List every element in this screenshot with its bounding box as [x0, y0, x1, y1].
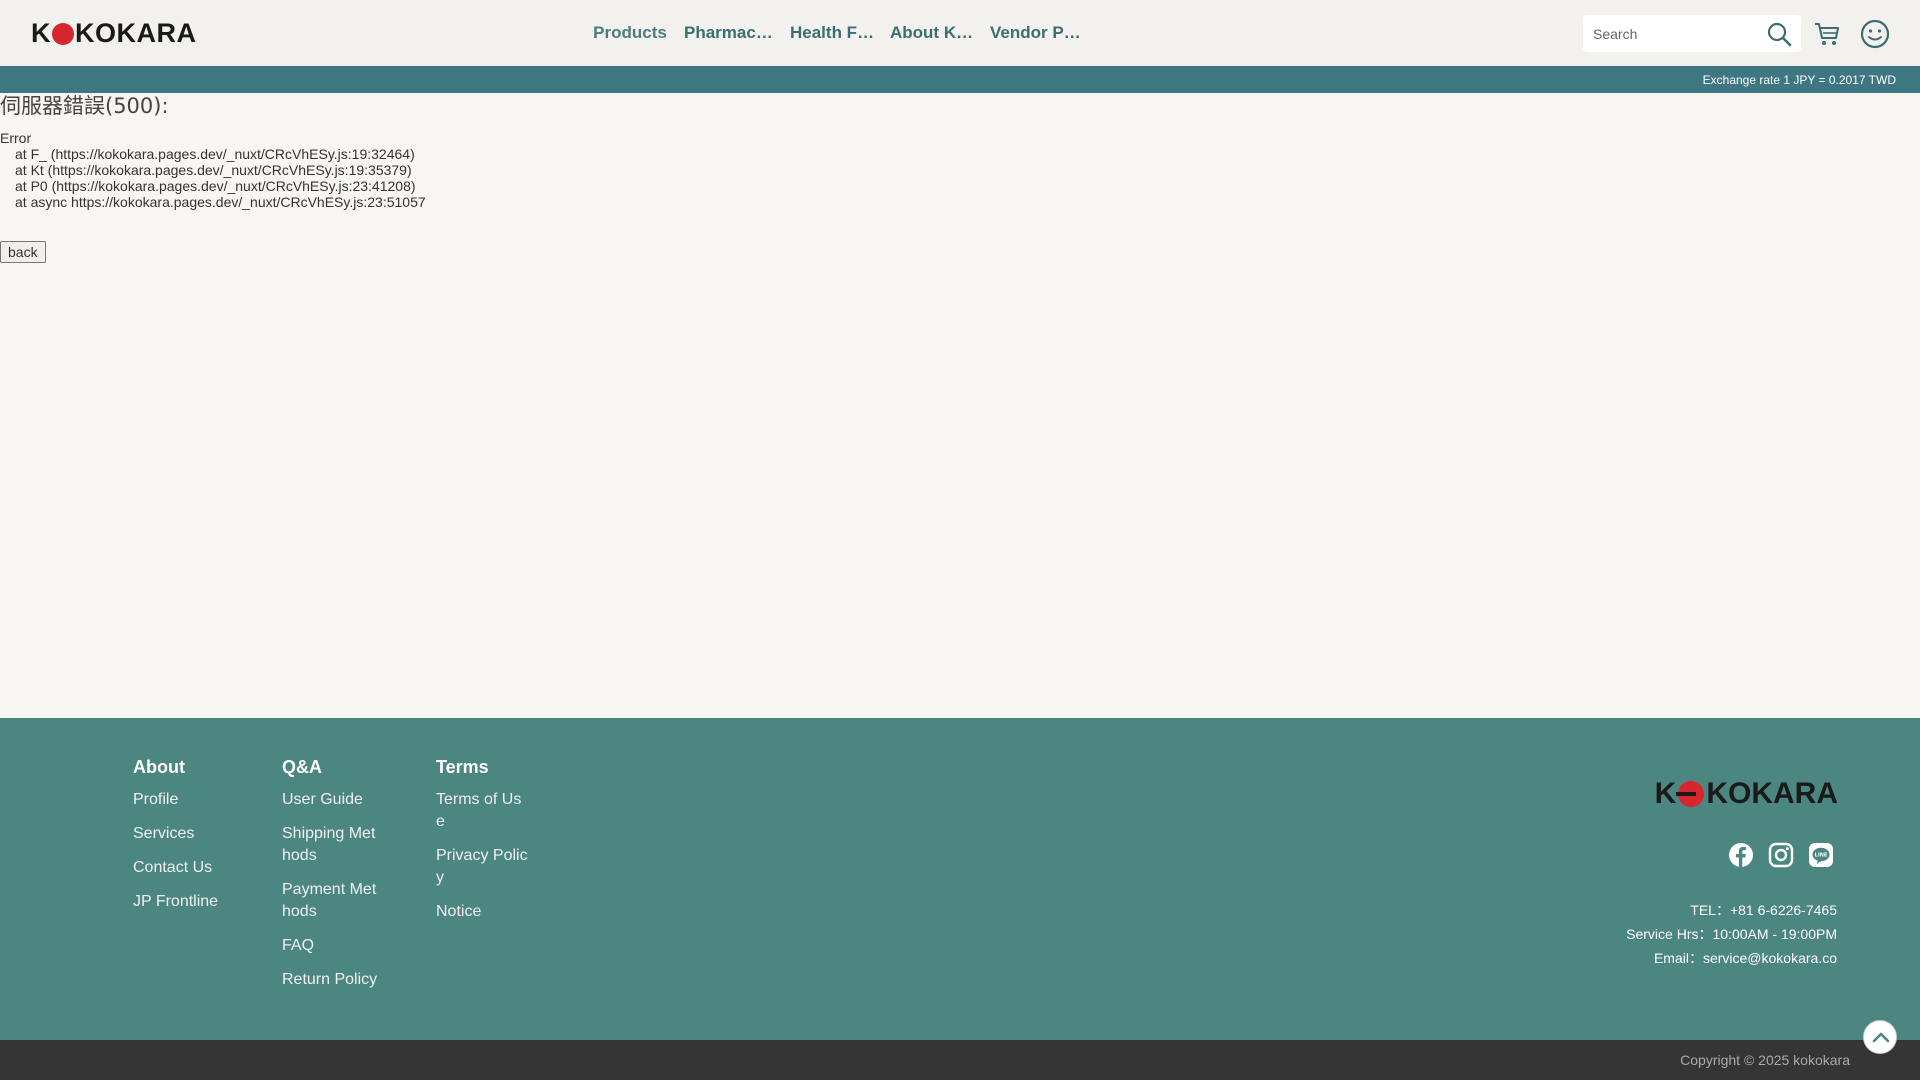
footer-qa-column: Q&A User Guide Shipping Methods Payment …	[282, 755, 382, 1003]
footer-logo: K KOKARA	[1655, 779, 1838, 809]
site-header: K KOKARA Products Pharmace… Health Fo… A…	[0, 0, 1920, 66]
stack-line: at Kt (https://kokokara.pages.dev/_nuxt/…	[15, 162, 412, 178]
footer-link-return-policy[interactable]: Return Policy	[282, 969, 382, 991]
footer-link-contact-us[interactable]: Contact Us	[133, 857, 243, 879]
footer-terms-heading: Terms	[436, 757, 489, 777]
footer-link-services[interactable]: Services	[133, 823, 243, 845]
stack-line: at F_ (https://kokokara.pages.dev/_nuxt/…	[15, 146, 415, 162]
exchange-rate-bar: Exchange rate 1 JPY = 0.2017 TWD	[0, 66, 1920, 93]
footer-logo-k: K	[1654, 777, 1677, 810]
footer-link-privacy-policy[interactable]: Privacy Policy	[436, 845, 528, 889]
nav-pharmaceuticals[interactable]: Pharmace…	[684, 23, 782, 43]
logo-red-dot-icon	[52, 23, 74, 45]
error-title: 伺服器錯誤(500):	[0, 94, 169, 118]
footer-logo-plane-icon	[1676, 781, 1705, 807]
footer-tel: TEL：+81 6-6226-7465	[1690, 902, 1837, 918]
logo-k: K	[31, 18, 51, 48]
chevron-up-icon	[1872, 1032, 1890, 1043]
user-account-icon[interactable]	[1860, 19, 1890, 49]
footer-logo-rest: KOKARA	[1706, 777, 1838, 810]
back-button[interactable]: back	[0, 241, 46, 263]
footer-email[interactable]: Email：service@kokokara.co	[1626, 946, 1837, 970]
stack-line: at P0 (https://kokokara.pages.dev/_nuxt/…	[15, 178, 416, 194]
nav-vendor-partners[interactable]: Vendor Pa…	[990, 23, 1090, 43]
error-label: Error	[0, 130, 32, 146]
footer-link-shipping-methods[interactable]: Shipping Methods	[282, 823, 382, 867]
main-nav: Products Pharmace… Health Fo… About KO… …	[580, 0, 1090, 66]
copyright-text: Copyright © 2025 kokokara	[1680, 1052, 1850, 1068]
instagram-icon[interactable]	[1768, 842, 1794, 868]
footer-link-payment-methods[interactable]: Payment Methods	[282, 879, 382, 923]
stack-line: at async https://kokokara.pages.dev/_nux…	[15, 194, 426, 210]
footer-about-heading: About	[133, 757, 185, 777]
footer-link-notice[interactable]: Notice	[436, 901, 528, 923]
cart-icon[interactable]	[1813, 20, 1841, 48]
footer-about-column: About Profile Services Contact Us JP Fro…	[133, 755, 243, 925]
footer-link-faq[interactable]: FAQ	[282, 935, 382, 957]
nav-health-food[interactable]: Health Fo…	[790, 23, 882, 43]
footer-contact-info: TEL：+81 6-6226-7465 Service Hrs：10:00AM …	[1626, 898, 1837, 970]
search-icon[interactable]	[1766, 21, 1792, 47]
nav-about-kokokara[interactable]: About KO…	[890, 23, 982, 43]
footer-link-jp-frontline[interactable]: JP Frontline	[133, 891, 243, 913]
back-to-top-button[interactable]	[1863, 1020, 1897, 1054]
social-links: LINE	[1728, 842, 1834, 868]
copyright-bar: Copyright © 2025 kokokara	[0, 1040, 1920, 1080]
line-icon[interactable]: LINE	[1808, 842, 1834, 868]
svg-text:LINE: LINE	[1815, 853, 1828, 859]
facebook-icon[interactable]	[1728, 842, 1754, 868]
nav-products[interactable]: Products	[580, 23, 680, 43]
search-input[interactable]	[1583, 15, 1753, 52]
error-stack-trace: at F_ (https://kokokara.pages.dev/_nuxt/…	[15, 146, 426, 210]
site-footer: About Profile Services Contact Us JP Fro…	[0, 718, 1920, 1040]
logo-rest: KOKARA	[75, 18, 197, 48]
exchange-rate-text: Exchange rate 1 JPY = 0.2017 TWD	[1702, 73, 1896, 87]
search-box	[1583, 15, 1801, 52]
footer-link-profile[interactable]: Profile	[133, 789, 243, 811]
footer-terms-column: Terms Terms of Use Privacy Policy Notice	[436, 755, 528, 935]
site-logo[interactable]: K KOKARA	[31, 18, 197, 48]
footer-service-hours: Service Hrs：10:00AM - 19:00PM	[1626, 926, 1837, 942]
footer-link-user-guide[interactable]: User Guide	[282, 789, 382, 811]
footer-link-terms-of-use[interactable]: Terms of Use	[436, 789, 528, 833]
footer-qa-heading: Q&A	[282, 757, 322, 777]
